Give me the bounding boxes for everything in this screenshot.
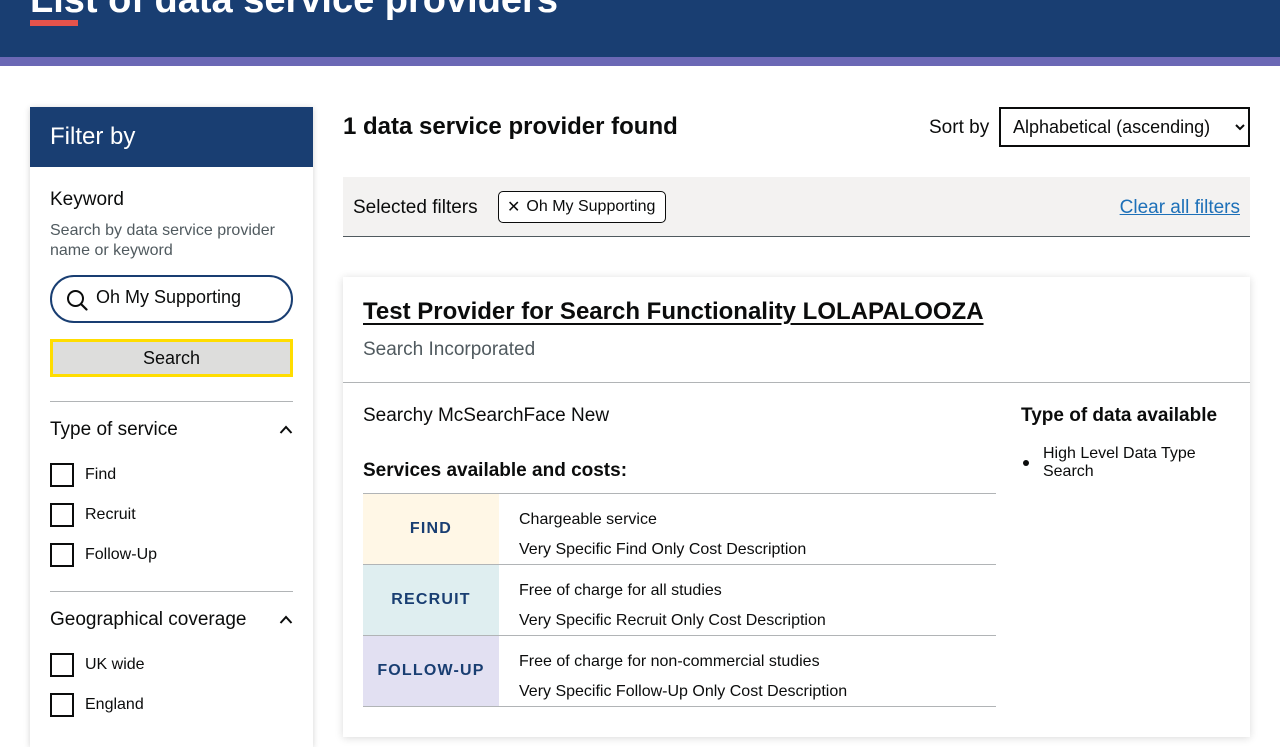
service-tag-find: FIND [363,494,499,564]
filter-option-england[interactable]: England [50,693,293,717]
service-row-recruit: RECRUIT Free of charge for all studies V… [363,565,996,636]
filter-sidebar: Filter by Keyword Search by data service… [30,107,313,747]
service-row-find: FIND Chargeable service Very Specific Fi… [363,494,996,565]
page-header: List of data service providers [0,0,1280,57]
services-table: FIND Chargeable service Very Specific Fi… [363,493,996,707]
chevron-up-icon[interactable] [279,613,293,627]
title-accent-bar [30,20,78,26]
recruit-checkbox[interactable] [50,503,74,527]
keyword-search-field[interactable] [50,275,293,323]
clear-all-filters-link[interactable]: Clear all filters [1120,197,1240,219]
provider-name-link[interactable]: Test Provider for Search Functionality L… [363,298,984,326]
sort-label: Sort by [929,117,990,138]
filter-heading: Filter by [30,107,313,167]
uk-wide-label: UK wide [85,656,145,673]
section-divider [50,591,293,592]
recruit-label: Recruit [85,506,136,523]
header-stripe [0,57,1280,66]
services-heading: Services available and costs: [363,460,628,481]
search-icon [67,290,88,311]
filter-chip-label: Oh My Supporting [526,198,656,215]
england-label: England [85,696,144,713]
service-cost-description: Very Specific Recruit Only Cost Descript… [519,612,826,629]
sort-select[interactable]: Alphabetical (ascending) [999,107,1250,147]
uk-wide-checkbox[interactable] [50,653,74,677]
england-checkbox[interactable] [50,693,74,717]
search-button[interactable]: Search [50,339,293,377]
filter-option-recruit[interactable]: Recruit [50,503,293,527]
type-of-service-toggle[interactable]: Type of service [50,419,293,441]
type-of-service-title: Type of service [50,419,178,440]
provider-organisation: Search Incorporated [363,339,536,360]
keyword-input[interactable] [96,287,286,308]
service-charge: Free of charge for non-commercial studie… [519,653,820,670]
filter-chip[interactable]: ✕ Oh My Supporting [498,191,667,223]
data-types-heading: Type of data available [1021,405,1218,426]
follow-up-label: Follow-Up [85,546,158,563]
keyword-label: Keyword [50,189,124,210]
data-type-item: High Level Data Type Search [1021,445,1250,481]
follow-up-checkbox[interactable] [50,543,74,567]
section-divider [50,401,293,402]
card-divider [343,382,1250,383]
geographical-coverage-toggle[interactable]: Geographical coverage [50,609,293,631]
provider-description: Searchy McSearchFace New [363,405,610,426]
service-charge: Free of charge for all studies [519,582,722,599]
filter-option-uk-wide[interactable]: UK wide [50,653,293,677]
provider-card: Test Provider for Search Functionality L… [343,277,1250,737]
service-tag-recruit: RECRUIT [363,565,499,635]
keyword-hint: Search by data service provider name or … [50,222,275,259]
close-icon[interactable]: ✕ [507,197,520,217]
service-cost-description: Very Specific Find Only Cost Description [519,541,807,558]
selected-filters-label: Selected filters [353,197,478,218]
geographical-coverage-title: Geographical coverage [50,609,247,630]
filter-option-follow-up[interactable]: Follow-Up [50,543,293,567]
find-label: Find [85,466,117,483]
page-title: List of data service providers [30,0,558,21]
chevron-up-icon[interactable] [279,423,293,437]
find-checkbox[interactable] [50,463,74,487]
service-row-follow-up: FOLLOW-UP Free of charge for non-commerc… [363,636,996,707]
service-charge: Chargeable service [519,511,657,528]
selected-filters-bar: Selected filters ✕ Oh My Supporting Clea… [343,177,1250,237]
data-type-label: High Level Data Type Search [1042,445,1196,480]
bullet-icon [1023,460,1029,466]
service-tag-follow-up: FOLLOW-UP [363,636,499,706]
results-count: 1 data service provider found [343,113,678,140]
filter-option-find[interactable]: Find [50,463,293,487]
service-cost-description: Very Specific Follow-Up Only Cost Descri… [519,683,848,700]
